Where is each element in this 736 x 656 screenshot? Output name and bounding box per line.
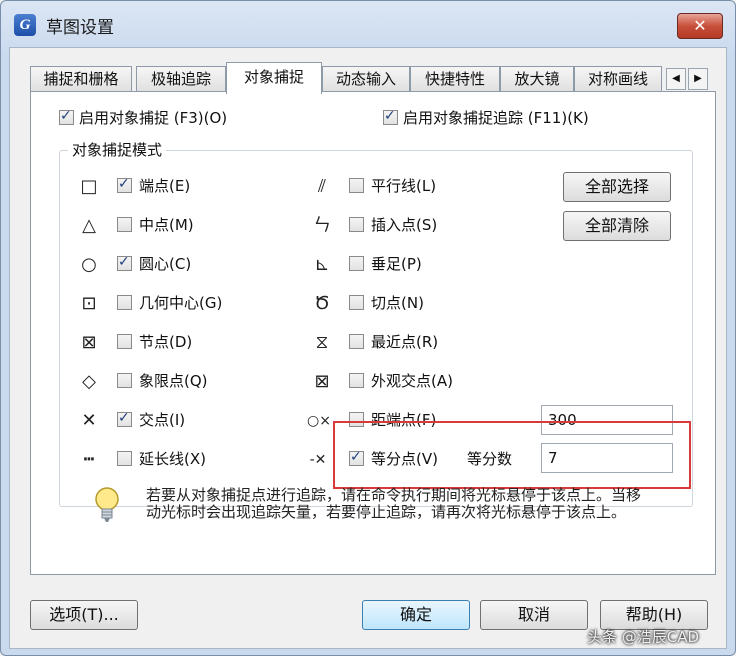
node-checkbox[interactable] [117,334,132,349]
center-checkbox[interactable] [117,254,132,271]
apparent-intersection-label: 外观交点(A) [371,372,453,390]
enable-snap-label: 启用对象捕捉 (F3)(O) [79,109,228,127]
options-button[interactable]: 选项(T)... [30,600,138,630]
quadrant-icon: ◇ [82,371,96,392]
nearest-icon: ⧖ [315,332,329,353]
parallel-checkbox[interactable] [349,178,364,193]
nearest-checkbox[interactable] [349,334,364,349]
midpoint-label: 中点(M) [139,216,194,234]
perpendicular-checkbox[interactable] [349,256,364,271]
geometric-center-icon: ⊡ [81,293,97,314]
close-button[interactable]: ✕ [677,13,723,39]
sketch-settings-dialog: G 草图设置 ✕ 捕捉和栅格 极轴追踪 对象捕捉 动态输入 快捷特性 放大镜 对… [0,0,736,656]
tangent-icon: Ծ [314,293,330,314]
tab-scroll-left-icon[interactable]: ◀ [666,68,686,90]
quadrant-checkbox[interactable] [117,373,132,388]
ok-button[interactable]: 确定 [362,600,470,630]
intersection-label: 交点(I) [139,411,186,429]
quadrant-label: 象限点(Q) [139,372,208,390]
apparent-intersection-checkbox[interactable] [349,373,364,388]
clear-all-button[interactable]: 全部清除 [563,211,671,241]
geometric-center-checkbox[interactable] [117,295,132,310]
parallel-icon: ⫽ [317,176,327,197]
tab-quick-properties[interactable]: 快捷特性 [410,66,500,92]
tab-snap-grid[interactable]: 捕捉和栅格 [30,66,132,92]
divide-point-icon: -✕ [309,452,327,468]
select-all-button[interactable]: 全部选择 [563,172,671,202]
geometric-center-label: 几何中心(G) [139,294,223,312]
perpendicular-icon: ⊾ [314,254,330,275]
close-icon: ✕ [693,16,707,35]
tab-object-snap[interactable]: 对象捕捉 [226,62,322,94]
dialog-body: 捕捉和栅格 极轴追踪 对象捕捉 动态输入 快捷特性 放大镜 对称画线 ◀ ▶ 启… [9,47,727,649]
apparent-intersection-icon: ⊠ [314,371,330,392]
insertion-checkbox[interactable] [349,217,364,232]
distance-from-end-icon: ○× [307,413,331,429]
endpoint-checkbox[interactable] [117,176,132,193]
center-label: 圆心(C) [139,255,192,273]
intersection-icon: ✕ [81,410,97,431]
extension-label: 延长线(X) [139,450,206,468]
watermark: 头条 @浩辰CAD [587,628,700,646]
highlight-frame [333,421,691,489]
tracking-hint-text: 若要从对象捕捉点进行追踪，请在命令执行期间将光标悬停于该点上。当移动光标时会出现… [146,486,642,521]
title-bar[interactable]: G 草图设置 ✕ [1,1,735,47]
endpoint-icon: □ [80,176,98,197]
insertion-label: 插入点(S) [371,216,438,234]
enable-tracking-checkbox[interactable] [383,108,398,125]
intersection-checkbox[interactable] [117,410,132,427]
extension-icon: ┅ [83,449,95,470]
center-icon: ○ [81,254,97,275]
tab-strip: 捕捉和栅格 极轴追踪 对象捕捉 动态输入 快捷特性 放大镜 对称画线 ◀ ▶ [30,62,720,94]
window-title: 草图设置 [46,18,114,38]
node-icon: ⊠ [81,332,97,353]
tab-dynamic-input[interactable]: 动态输入 [322,66,410,92]
insertion-icon: ㄣ [313,215,331,236]
tab-scroll-right-icon[interactable]: ▶ [688,68,708,90]
enable-snap-checkbox[interactable] [59,108,74,125]
tangent-label: 切点(N) [371,294,424,312]
app-logo-icon: G [14,14,36,36]
lightbulb-icon [95,487,119,522]
tab-magnifier[interactable]: 放大镜 [500,66,574,92]
endpoint-label: 端点(E) [139,177,191,195]
enable-tracking-label: 启用对象捕捉追踪 (F11)(K) [403,109,589,127]
midpoint-checkbox[interactable] [117,217,132,232]
nearest-label: 最近点(R) [371,333,439,351]
parallel-label: 平行线(L) [371,177,437,195]
node-label: 节点(D) [139,333,193,351]
midpoint-icon: △ [82,215,96,236]
tangent-checkbox[interactable] [349,295,364,310]
extension-checkbox[interactable] [117,451,132,466]
snap-modes-title: 对象捕捉模式 [68,139,167,160]
tab-polar-tracking[interactable]: 极轴追踪 [136,66,226,92]
tab-symmetric-line[interactable]: 对称画线 [574,66,662,92]
cancel-button[interactable]: 取消 [480,600,588,630]
perpendicular-label: 垂足(P) [371,255,422,273]
